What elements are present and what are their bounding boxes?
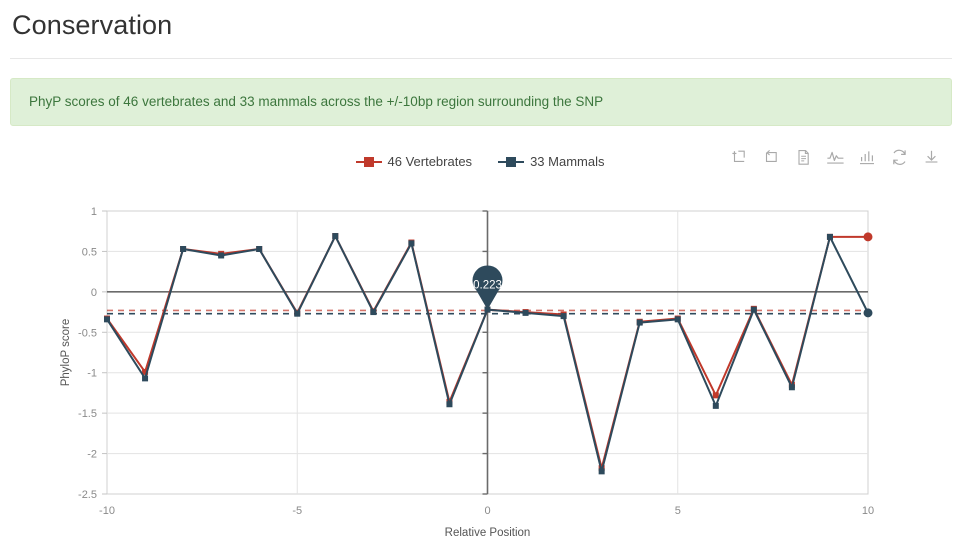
data-point [218, 252, 225, 259]
page-header: Conservation [0, 0, 960, 56]
data-point [180, 246, 187, 253]
y-tick-label: -0.5 [78, 327, 97, 339]
y-tick-label: -2.5 [78, 489, 97, 501]
data-point [446, 401, 453, 408]
series-end-point [863, 308, 873, 318]
y-tick-label: 1 [91, 206, 97, 218]
x-tick-label: 10 [862, 505, 874, 517]
data-point [674, 316, 681, 323]
data-point [712, 392, 719, 399]
data-point [370, 309, 377, 316]
y-tick-label: 0.5 [82, 246, 97, 258]
info-banner-text: PhyP scores of 46 vertebrates and 33 mam… [29, 94, 604, 109]
x-tick-label: 5 [675, 505, 681, 517]
data-point [598, 468, 605, 475]
series-end-point [863, 232, 873, 242]
phylop-line-chart[interactable]: 1 0.5 0 -0.5 -1 -1.5 -2 -2.5 -10 -5 0 5 10 0.223 Relat… [0, 132, 960, 536]
info-banner: PhyP scores of 46 vertebrates and 33 mam… [10, 78, 952, 126]
data-point [636, 319, 643, 326]
x-tick-label: 0 [484, 505, 490, 517]
data-point [712, 402, 719, 409]
data-point [142, 375, 149, 382]
x-tick-label: -5 [292, 505, 302, 517]
snp-tooltip: 0.223 [472, 265, 503, 310]
header-divider [10, 58, 952, 59]
data-point [788, 384, 795, 391]
y-tick-label: -2 [87, 449, 97, 461]
page-title: Conservation [12, 10, 173, 40]
conservation-chart-panel: 46 Vertebrates 33 Mammals 1 0.5 0 -0.5 -… [0, 132, 960, 536]
data-point [332, 233, 339, 240]
x-tick-label: -10 [99, 505, 115, 517]
y-tick-label: -1 [87, 368, 97, 380]
phylop-plot-svg: 1 0.5 0 -0.5 -1 -1.5 -2 -2.5-10 -5 0 5 10 0.223 Relat… [60, 206, 874, 536]
data-point [256, 246, 263, 253]
snp-tooltip-value: 0.223 [473, 280, 502, 292]
y-tick-label: 0 [91, 287, 97, 299]
data-point [522, 309, 529, 316]
data-point [408, 240, 415, 247]
data-point [560, 313, 567, 320]
conservation-page: Conservation PhyP scores of 46 vertebrat… [0, 0, 960, 536]
data-point [826, 233, 833, 240]
y-axis-title: PhyloP score [60, 319, 72, 387]
data-point [750, 306, 757, 313]
data-point [104, 316, 110, 323]
data-point [294, 310, 301, 317]
y-tick-label: -1.5 [78, 408, 97, 420]
x-axis-title: Relative Position [445, 527, 531, 536]
